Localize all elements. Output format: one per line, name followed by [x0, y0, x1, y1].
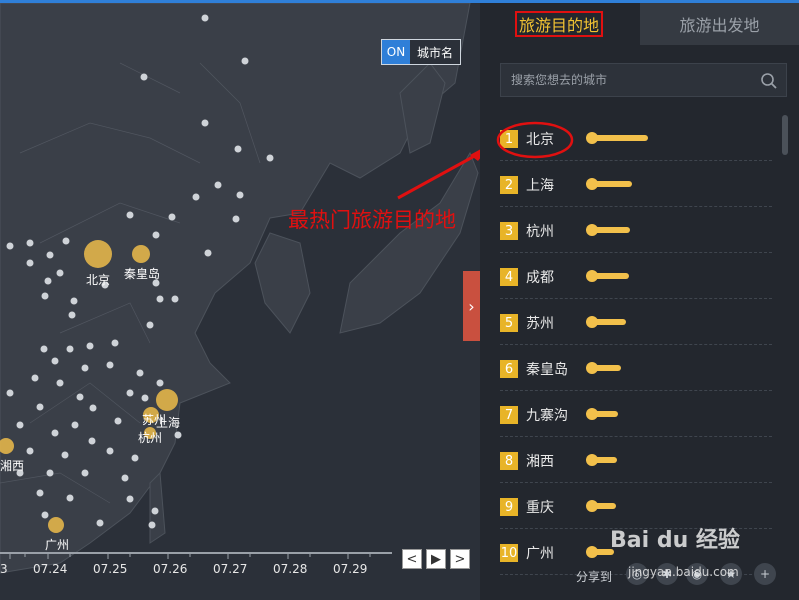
city-label-beijing: 北京	[86, 273, 111, 287]
city-name[interactable]: 杭州	[526, 221, 554, 241]
city-name[interactable]: 成都	[526, 267, 554, 287]
timeline-prev-button[interactable]: <	[402, 549, 422, 569]
city-name[interactable]: 广州	[526, 543, 554, 563]
rank-badge: 5	[500, 314, 518, 332]
panel-collapse-button[interactable]: ›	[463, 271, 480, 341]
timeline-date[interactable]: 07.27	[213, 562, 247, 576]
timeline-date[interactable]: 3	[0, 562, 8, 576]
city-label-hangzhou: 杭州	[138, 431, 163, 445]
map-area[interactable]: ON 城市名 北京 秦皇岛 苏州 上海 杭州 湘西 广州 最热门旅游目的地	[0, 3, 480, 600]
toggle-on-state[interactable]: ON	[382, 40, 410, 64]
rank-badge: 9	[500, 498, 518, 516]
rank-badge: 6	[500, 360, 518, 378]
list-item[interactable]: 5 苏州	[500, 299, 772, 345]
popularity-dot	[586, 316, 598, 328]
popularity-dot	[586, 408, 598, 420]
share-label: 分享到	[576, 570, 613, 584]
city-name[interactable]: 九寨沟	[526, 405, 568, 425]
timeline-date[interactable]: 07.25	[93, 562, 127, 576]
city-label-guangzhou: 广州	[45, 538, 70, 552]
timeline-play-button[interactable]: ▶	[426, 549, 446, 569]
popularity-dot	[586, 546, 598, 558]
highlight-circle	[496, 121, 574, 159]
list-item[interactable]: 3 杭州	[500, 207, 772, 253]
ranking-panel: 旅游目的地 旅游出发地 1北京2上海3杭州4成都5苏州6秦皇岛7九寨沟8湘西9重…	[480, 3, 799, 600]
city-label-qinhuangdao: 秦皇岛	[124, 267, 161, 281]
rank-badge: 4	[500, 268, 518, 286]
watermark-logo: Bai du 经验	[610, 528, 740, 553]
list-item[interactable]: 8 湘西	[500, 437, 772, 483]
popularity-dot	[586, 270, 598, 282]
city-name-toggle[interactable]: ON 城市名	[381, 39, 462, 65]
popularity-dot	[586, 454, 598, 466]
timeline-date[interactable]: 07.28	[273, 562, 307, 576]
rank-badge: 10	[500, 544, 518, 562]
annotation-text: 最热门旅游目的地	[288, 208, 456, 232]
list-item[interactable]: 7 九寨沟	[500, 391, 772, 437]
list-item[interactable]: 4 成都	[500, 253, 772, 299]
more-share-icon[interactable]: +	[754, 563, 776, 585]
toggle-label: 城市名	[410, 40, 461, 64]
city-name[interactable]: 秦皇岛	[526, 359, 568, 379]
rank-badge: 3	[500, 222, 518, 240]
city-name[interactable]: 重庆	[526, 497, 554, 517]
timeline-date[interactable]: 07.26	[153, 562, 187, 576]
city-name[interactable]: 湘西	[526, 451, 554, 471]
watermark-url: jingyan.baidu.com	[628, 565, 739, 579]
timeline-date[interactable]: 07.24	[33, 562, 67, 576]
annotation-overlay	[496, 121, 574, 159]
list-item[interactable]: 6 秦皇岛	[500, 345, 772, 391]
timeline-date[interactable]: 07.29	[333, 562, 367, 576]
popularity-dot	[586, 500, 598, 512]
rank-badge: 7	[500, 406, 518, 424]
timeline-next-button[interactable]: >	[450, 549, 470, 569]
city-label-xiangxi: 湘西	[0, 459, 25, 473]
popularity-dot	[586, 224, 598, 236]
rank-badge: 8	[500, 452, 518, 470]
map-canvas[interactable]	[0, 3, 480, 600]
popularity-dot	[586, 362, 598, 374]
city-name[interactable]: 苏州	[526, 313, 554, 333]
